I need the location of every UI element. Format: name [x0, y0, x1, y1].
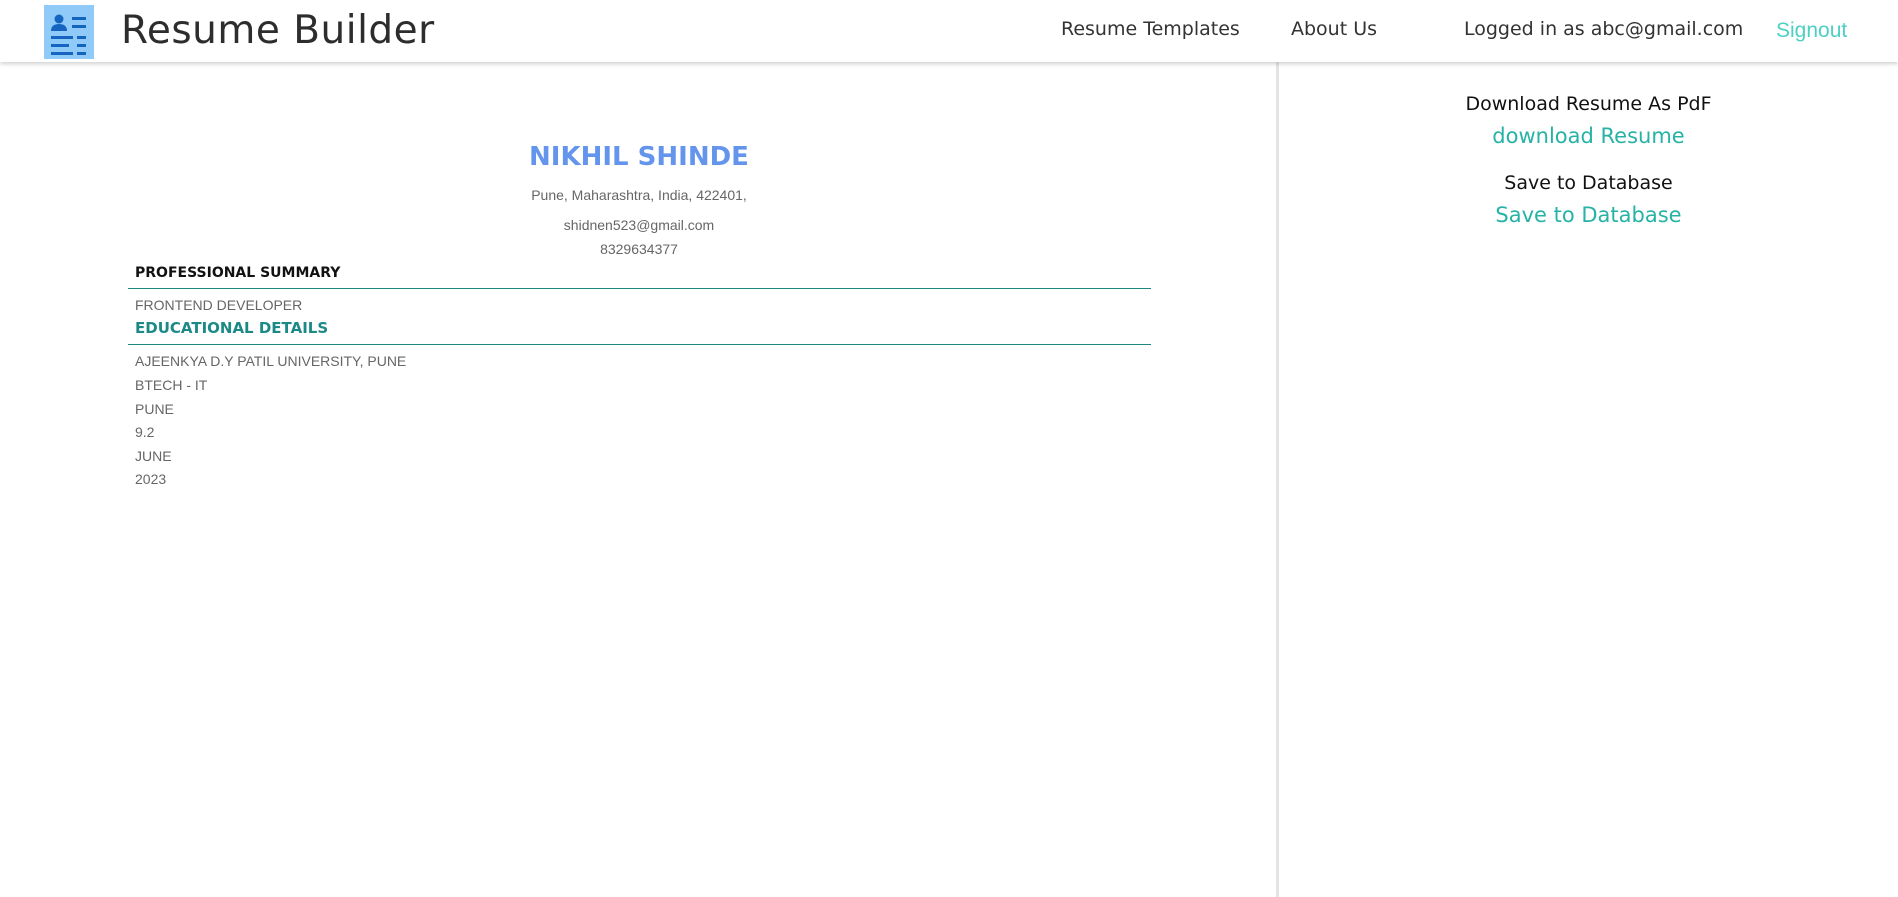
- educational-details-heading: EDUCATIONAL DETAILS: [135, 319, 329, 337]
- nav-about-us[interactable]: About Us: [1291, 18, 1377, 40]
- education-year: 2023: [135, 471, 167, 487]
- logged-in-status: Logged in as abc@gmail.com: [1464, 18, 1744, 40]
- section-divider: [128, 288, 1151, 289]
- education-month: JUNE: [135, 448, 172, 464]
- brand-title[interactable]: Resume Builder: [121, 8, 435, 53]
- resume-email: shidnen523@gmail.com: [563, 217, 715, 233]
- education-university: AJEENKYA D.Y PATIL UNIVERSITY, PUNE: [135, 353, 407, 369]
- section-divider: [128, 344, 1151, 345]
- save-database-label: Save to Database: [1504, 172, 1673, 194]
- download-pdf-label: Download Resume As PdF: [1465, 93, 1712, 115]
- resume-name: NIKHIL SHINDE: [529, 142, 749, 172]
- top-navbar: Resume Builder Resume Templates About Us…: [0, 0, 1898, 62]
- save-database-link[interactable]: Save to Database: [1279, 203, 1898, 227]
- resume-document-icon[interactable]: [44, 5, 94, 59]
- nav-resume-templates[interactable]: Resume Templates: [1061, 18, 1240, 40]
- resume-address: Pune, Maharashtra, India, 422401,: [531, 187, 747, 203]
- education-city: PUNE: [135, 401, 174, 417]
- professional-summary-heading: PROFESSIONAL SUMMARY: [135, 265, 341, 281]
- download-resume-link[interactable]: download Resume: [1279, 124, 1898, 148]
- summary-role: FRONTEND DEVELOPER: [135, 297, 303, 313]
- education-degree: BTECH - IT: [135, 377, 208, 393]
- education-grade: 9.2: [135, 424, 155, 440]
- signout-link[interactable]: Signout: [1776, 19, 1847, 43]
- resume-phone: 8329634377: [600, 241, 678, 257]
